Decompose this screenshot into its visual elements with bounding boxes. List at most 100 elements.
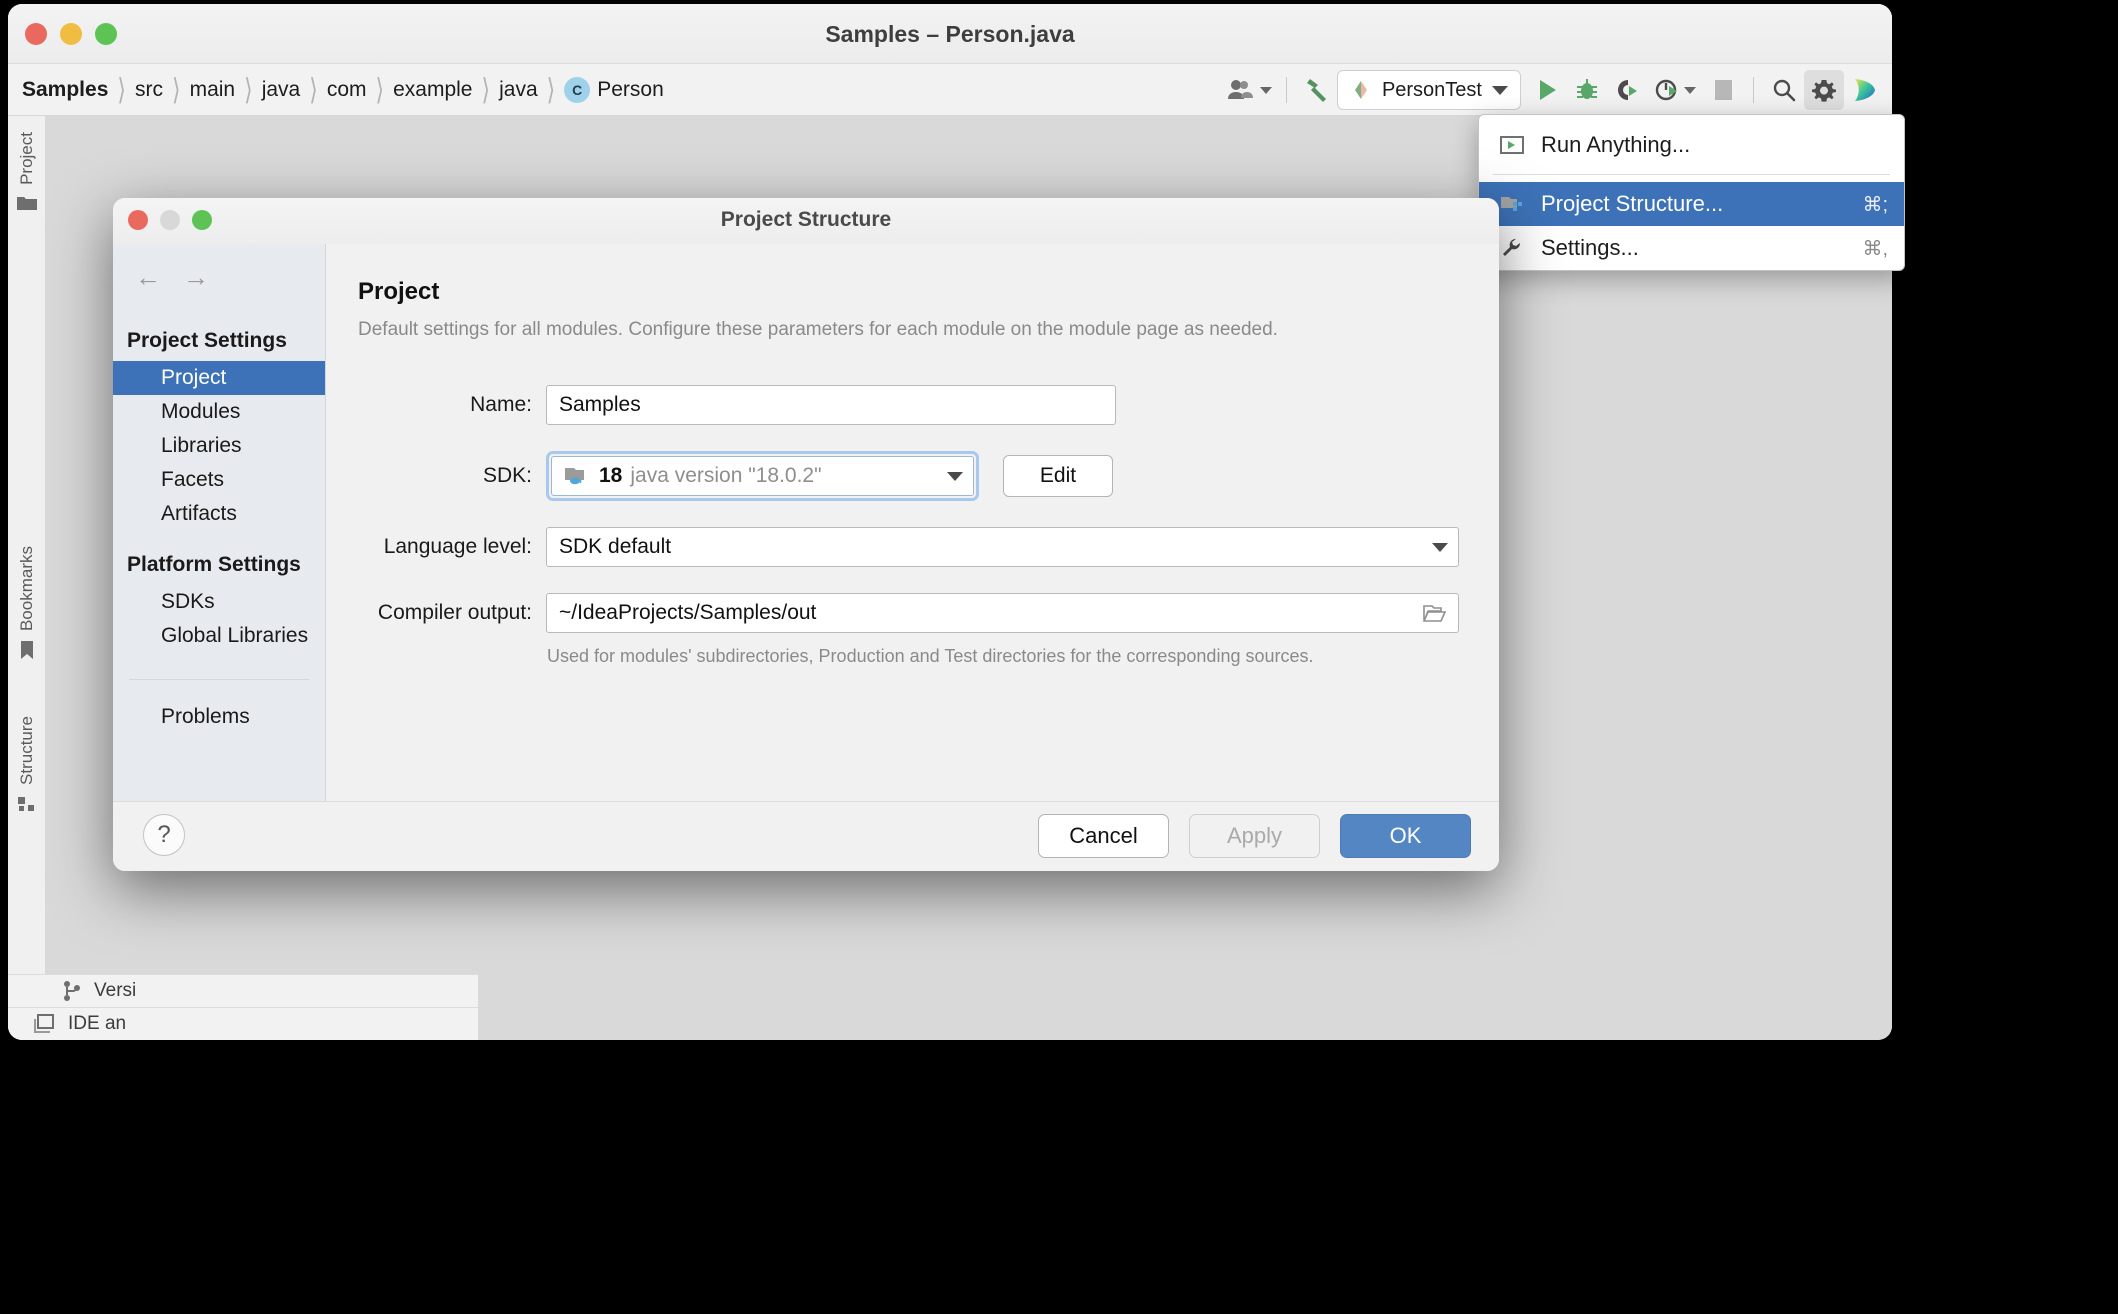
run-with-coverage-icon [1618,80,1637,100]
compiler-output-hint: Used for modules' subdirectories, Produc… [547,646,1314,666]
user-profile-icon [1228,80,1254,99]
sidebar-header-platform-settings: Platform Settings [127,553,301,576]
sidebar-item-problems[interactable]: Problems [113,700,325,734]
menu-shortcut-project-structure: ⌘; [1862,193,1888,216]
ide-services-button[interactable] [1844,70,1884,110]
build-project-button[interactable] [1297,70,1337,110]
bottom-rail-label-ide-updates: IDE an [68,1013,127,1034]
breadcrumb-separator-icon: ⟩ [171,71,181,106]
language-level-dropdown[interactable]: SDK default [546,527,1459,567]
debug-bug-icon [1577,79,1597,99]
dialog-sidebar: ← → Project Settings Project Modules Lib… [113,244,326,801]
bookmark-icon [21,641,33,660]
rail-label-structure: Structure [17,716,36,785]
bottom-tool-rail: Versi IDE an [8,974,1892,1040]
chevron-down-icon [1260,86,1273,94]
profiler-button[interactable] [1647,70,1703,110]
breadcrumb-item-example[interactable]: example [393,78,472,102]
ok-button[interactable]: OK [1340,814,1471,858]
sdk-label: SDK: [482,464,532,487]
menu-item-run-anything[interactable]: Run Anything... [1479,123,1904,167]
run-with-coverage-button[interactable] [1607,70,1647,110]
gear-settings-icon [1812,80,1836,102]
apply-button: Apply [1189,814,1320,858]
toolbar-divider [1753,77,1754,103]
breadcrumb-item-main[interactable]: main [190,78,236,102]
dialog-titlebar: Project Structure [113,198,1499,244]
user-profile-button[interactable] [1224,70,1276,110]
menu-label-project-structure: Project Structure... [1541,191,1724,216]
name-input[interactable]: Samples [546,385,1116,425]
sidebar-item-sdks[interactable]: SDKs [113,585,325,619]
compiler-output-label: Compiler output: [377,601,532,624]
sidebar-item-facets[interactable]: Facets [113,463,325,497]
toolbar-divider [1285,77,1287,103]
navigation-bar: Samples ⟩ src ⟩ main ⟩ java ⟩ com ⟩ exam… [8,64,1892,116]
breadcrumb-separator-icon: ⟩ [481,71,491,106]
edit-sdk-button[interactable]: Edit [1003,455,1113,497]
breadcrumb-item-com[interactable]: com [327,78,367,102]
sidebar-item-project[interactable]: Project [113,361,325,395]
sidebar-item-ide-updates[interactable]: IDE an [8,1007,478,1040]
sidebar-item-libraries[interactable]: Libraries [113,429,325,463]
dialog-content: Project Default settings for all modules… [326,244,1499,801]
wrench-settings-icon [1499,238,1525,258]
sidebar-item-artifacts[interactable]: Artifacts [113,497,325,531]
chevron-down-icon [1432,542,1448,552]
chevron-down-icon [1684,86,1696,94]
help-button[interactable]: ? [143,814,185,856]
run-configuration-selector[interactable]: PersonTest [1336,70,1521,110]
chevron-down-icon [1492,85,1508,95]
menu-item-project-structure[interactable]: Project Structure... ⌘; [1479,182,1904,226]
settings-dropdown-menu: Run Anything... Project Structure... ⌘; [1478,114,1905,271]
menu-divider [1493,174,1890,175]
rail-label-project: Project [17,132,36,185]
language-level-label: Language level: [383,535,532,558]
dialog-nav-arrows: ← → [113,262,325,323]
breadcrumb-item-java-pkg[interactable]: java [499,78,538,102]
language-level-value: SDK default [559,535,672,558]
menu-item-settings[interactable]: Settings... ⌘, [1479,226,1904,270]
settings-gear-button[interactable] [1804,70,1844,110]
structure-icon [18,796,34,811]
cancel-button[interactable]: Cancel [1038,814,1169,858]
breadcrumb-item-java[interactable]: java [262,78,301,102]
breadcrumb-separator-icon: ⟩ [117,71,126,106]
sidebar-item-version-control[interactable]: Versi [8,974,478,1007]
back-arrow-icon[interactable]: ← [135,262,161,293]
name-label: Name: [470,393,532,416]
dialog-title: Project Structure [720,208,892,231]
stop-button[interactable] [1703,70,1743,110]
sdk-focus-ring: 18 java version "18.0.2" [546,451,979,501]
sidebar-item-structure[interactable]: Structure [8,716,46,814]
project-folder-icon [17,196,37,210]
compiler-output-row: Compiler output: ~/IdeaProjects/Samples/… [358,593,1459,633]
sidebar-item-modules[interactable]: Modules [113,395,325,429]
breadcrumb-separator-icon: ⟩ [546,71,556,106]
breadcrumb-item-person[interactable]: C Person [564,76,664,103]
left-tool-rail: Project Bookmarks Structure [8,116,46,1040]
debug-button[interactable] [1567,70,1607,110]
hammer-build-icon [1306,79,1326,102]
run-button[interactable] [1527,70,1567,110]
breadcrumb-item-samples[interactable]: Samples [22,78,108,102]
breadcrumb-separator-icon: ⟩ [375,71,385,106]
breadcrumb-item-src[interactable]: src [135,78,163,102]
compiler-output-input[interactable]: ~/IdeaProjects/Samples/out [546,593,1459,633]
forward-arrow-icon[interactable]: → [183,262,209,293]
project-structure-icon [1499,194,1525,214]
search-everywhere-button[interactable] [1764,70,1804,110]
sidebar-item-project[interactable]: Project [8,132,46,212]
sidebar-item-global-libraries[interactable]: Global Libraries [113,619,325,653]
sdk-dropdown[interactable]: 18 java version "18.0.2" [551,456,974,496]
breadcrumb-separator-icon: ⟩ [309,71,318,106]
browse-folder-icon [1422,605,1447,622]
sidebar-item-bookmarks[interactable]: Bookmarks [8,546,46,660]
sdk-field-row: SDK: 18 java version "18.0.2" Edit [358,451,1459,501]
dialog-footer: ? Cancel Apply OK [113,801,1499,871]
sidebar-header-project-settings: Project Settings [127,329,287,352]
run-configuration-label: PersonTest [1381,78,1482,101]
compiler-output-value: ~/IdeaProjects/Samples/out [559,601,817,624]
window-title: Samples – Person.java [825,21,1075,47]
sdk-version: java version "18.0.2" [630,464,822,487]
